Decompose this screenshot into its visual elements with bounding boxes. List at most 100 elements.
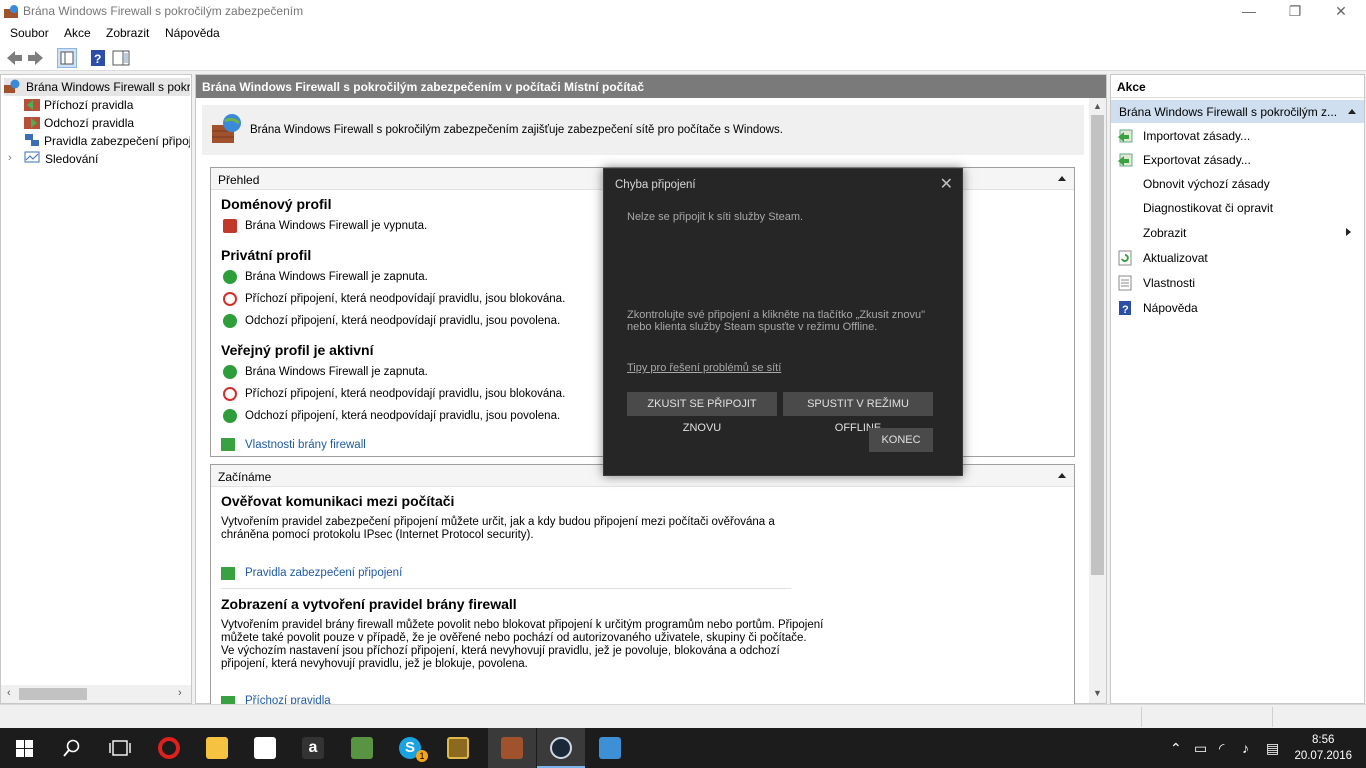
menu-file[interactable]: Soubor <box>10 26 49 40</box>
scroll-left-icon[interactable]: ‹ <box>7 687 11 699</box>
private-line-1: Brána Windows Firewall je zapnuta. <box>245 271 428 283</box>
shield-green-icon <box>223 270 237 284</box>
task-view-icon <box>109 740 131 756</box>
collapse-up-icon[interactable] <box>1348 109 1356 114</box>
connection-error-dialog: Chyba připojení ✕ Nelze se připojit k sí… <box>603 168 963 476</box>
help-icon: ? <box>1117 300 1133 316</box>
back-arrow-icon[interactable] <box>4 48 24 68</box>
private-line-2: Příchozí připojení, která neodpovídají p… <box>245 293 566 305</box>
forward-arrow-icon[interactable] <box>26 48 46 68</box>
quit-button[interactable]: KONEC <box>869 428 933 452</box>
inbound-rules-link[interactable]: Příchozí pravidla <box>245 695 331 704</box>
rules-heading: Zobrazení a vytvoření pravidel brány fir… <box>221 596 517 612</box>
action-view[interactable]: Zobrazit <box>1143 226 1186 240</box>
taskbar-file-explorer[interactable] <box>193 728 241 768</box>
check-green-icon <box>223 314 237 328</box>
tree-label: Odchozí pravidla <box>44 116 135 130</box>
retry-connect-button[interactable]: ZKUSIT SE PŘIPOJIT ZNOVU <box>627 392 777 434</box>
public-line-3: Odchozí připojení, která neodpovídají pr… <box>245 410 561 422</box>
network-tips-link[interactable]: Tipy pro řešení problémů se sítí <box>627 362 781 374</box>
taskbar-warcraft[interactable] <box>434 728 482 768</box>
task-view-button[interactable] <box>96 728 144 768</box>
taskbar-steam[interactable] <box>537 728 585 768</box>
close-button[interactable]: ✕ <box>1318 0 1364 23</box>
search-icon <box>63 739 80 757</box>
tree-item-inbound-rules[interactable]: Příchozí pravidla <box>24 96 190 114</box>
action-refresh[interactable]: Aktualizovat <box>1143 251 1208 265</box>
scroll-right-icon[interactable]: › <box>178 687 182 699</box>
wifi-icon[interactable]: ◜ <box>1219 740 1224 757</box>
actions-title: Akce <box>1117 80 1146 94</box>
tree-horizontal-scrollbar[interactable]: ‹ › <box>1 685 191 703</box>
start-button[interactable] <box>0 728 48 768</box>
offline-mode-button[interactable]: SPUSTIT V REŽIMU OFFLINE <box>783 392 933 434</box>
action-help[interactable]: Nápověda <box>1143 301 1198 315</box>
actions-pane <box>1110 74 1365 704</box>
tree-item-outbound-rules[interactable]: Odchozí pravidla <box>24 114 190 132</box>
rules-text-3: Ve výchozím nastavení jsou příchozí přip… <box>221 645 780 657</box>
tree-root-label: Brána Windows Firewall s pokro <box>26 80 190 94</box>
tree-label: Příchozí pravidla <box>44 98 134 112</box>
show-hide-tree-icon[interactable] <box>57 48 77 68</box>
dialog-info: Zkontrolujte své připojení a klikněte na… <box>627 309 947 333</box>
domain-profile-heading: Doménový profil <box>221 196 332 212</box>
collapse-up-icon[interactable] <box>1058 176 1066 181</box>
menu-action[interactable]: Akce <box>64 26 91 40</box>
refresh-icon <box>1117 250 1133 266</box>
menu-view[interactable]: Zobrazit <box>106 26 149 40</box>
show-hide-action-pane-icon[interactable] <box>111 48 131 68</box>
minimize-button[interactable]: — <box>1226 0 1272 23</box>
check-green-icon <box>223 409 237 423</box>
shield-green-icon <box>223 365 237 379</box>
dialog-close-button[interactable]: ✕ <box>940 174 953 194</box>
tree-item-connection-security-rules[interactable]: Pravidla zabezpečení připoje <box>24 132 190 150</box>
action-properties[interactable]: Vlastnosti <box>1143 276 1195 290</box>
tripadvisor-icon <box>351 737 373 759</box>
action-restore-default-policy[interactable]: Obnovit výchozí zásady <box>1143 177 1270 191</box>
tree-item-monitoring[interactable]: › Sledování <box>8 150 190 168</box>
firewall-properties-link[interactable]: Vlastnosti brány firewall <box>245 439 366 451</box>
scroll-thumb[interactable] <box>19 688 87 700</box>
action-export-policy[interactable]: Exportovat zásady... <box>1143 153 1251 167</box>
intro-box: Brána Windows Firewall s pokročilým zabe… <box>202 105 1084 155</box>
scroll-down-icon[interactable]: ▼ <box>1093 688 1102 698</box>
clock[interactable]: 8:56 20.07.2016 <box>1294 732 1352 764</box>
collapse-up-icon[interactable] <box>1058 473 1066 478</box>
actions-section-header[interactable]: Brána Windows Firewall s pokročilým z... <box>1111 100 1364 123</box>
shield-red-icon <box>223 219 237 233</box>
taskbar-store[interactable] <box>241 728 289 768</box>
scroll-up-icon[interactable]: ▲ <box>1093 101 1102 111</box>
toolbar: ? <box>0 44 1366 71</box>
taskbar-skype[interactable]: S 1 <box>386 728 434 768</box>
action-import-policy[interactable]: Importovat zásady... <box>1143 129 1250 143</box>
dialog-title: Chyba připojení <box>615 179 696 191</box>
intro-text: Brána Windows Firewall s pokročilým zabe… <box>250 124 783 136</box>
actions-section-title: Brána Windows Firewall s pokročilým z... <box>1119 105 1338 119</box>
action-diagnose-repair[interactable]: Diagnostikovat či opravit <box>1143 201 1273 215</box>
properties-icon <box>1117 275 1133 291</box>
tree-item-root[interactable]: Brána Windows Firewall s pokro <box>4 78 190 96</box>
taskbar-app[interactable] <box>586 728 634 768</box>
menu-bar: Soubor Akce Zobrazit Nápověda <box>0 23 1366 44</box>
windows-logo-icon <box>16 740 33 757</box>
menu-help[interactable]: Nápověda <box>165 26 220 40</box>
power-icon[interactable]: ▭ <box>1194 740 1207 757</box>
chevron-up-icon[interactable]: ⌃ <box>1170 740 1182 757</box>
taskbar-opera[interactable] <box>145 728 193 768</box>
scroll-thumb[interactable] <box>1091 115 1104 575</box>
rules-text-1: Vytvořením pravidel brány firewall můžet… <box>221 619 824 631</box>
volume-icon[interactable]: ♪ <box>1242 740 1249 756</box>
restore-button[interactable]: ❐ <box>1272 0 1318 23</box>
taskbar-firewall[interactable] <box>488 728 536 768</box>
main-pane-header: Brána Windows Firewall s pokročilým zabe… <box>196 75 1106 98</box>
help-icon[interactable]: ? <box>88 48 108 68</box>
notifications-icon[interactable]: ▤ <box>1266 740 1279 757</box>
private-line-3: Odchozí připojení, která neodpovídají pr… <box>245 315 561 327</box>
chevron-right-icon[interactable]: › <box>8 152 12 164</box>
connection-security-rules-link[interactable]: Pravidla zabezpečení připojení <box>245 567 402 579</box>
auth-heading: Ověřovat komunikaci mezi počítači <box>221 493 455 509</box>
taskbar-tripadvisor[interactable] <box>338 728 386 768</box>
search-button[interactable] <box>48 728 96 768</box>
clock-time: 8:56 <box>1312 734 1335 746</box>
taskbar-amazon[interactable]: a <box>289 728 337 768</box>
